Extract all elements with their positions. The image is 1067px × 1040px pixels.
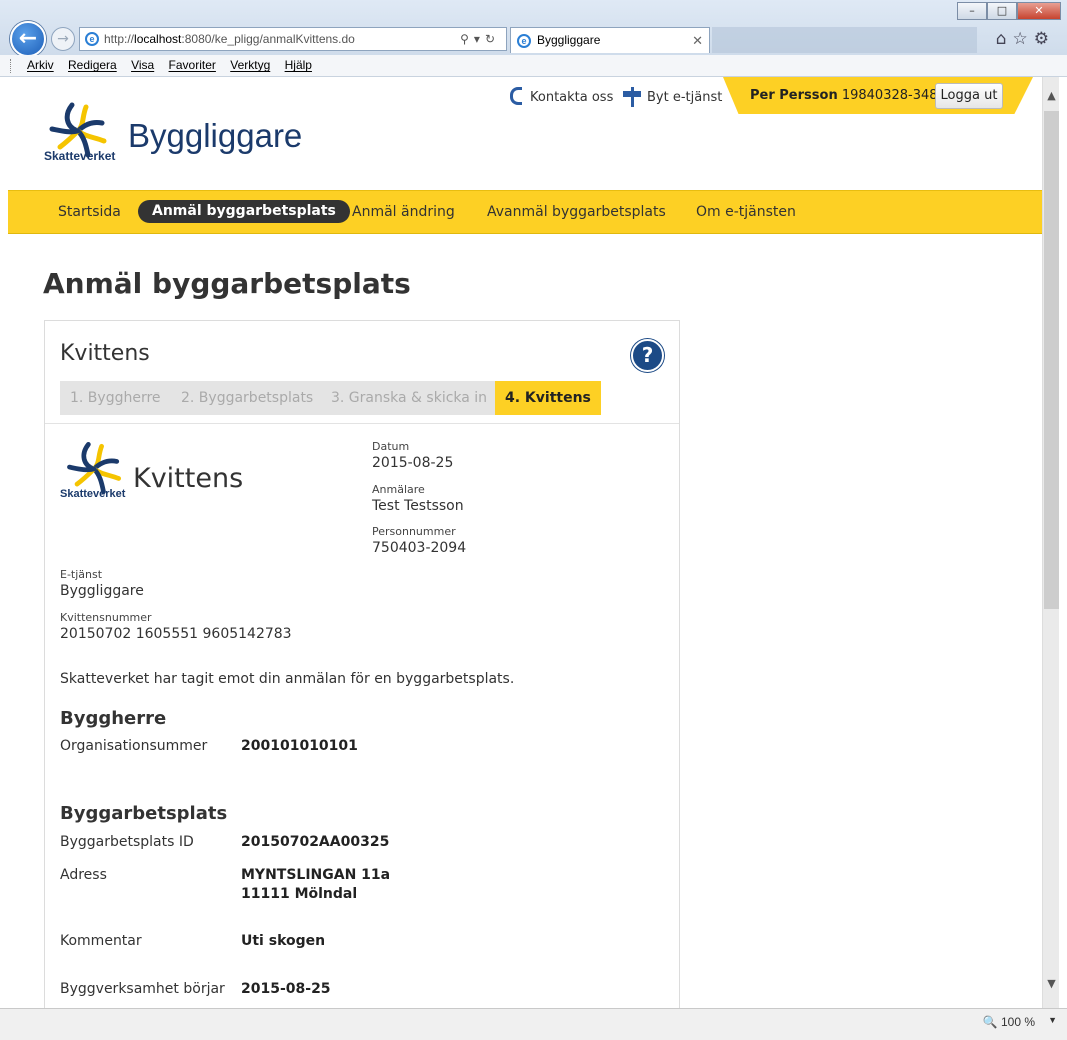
scroll-down-icon[interactable]: ▼ — [1043, 977, 1060, 994]
url-host: localhost — [134, 32, 182, 46]
menu-grip — [10, 59, 13, 73]
phone-icon — [510, 87, 522, 105]
switch-service-link[interactable]: Byt e-tjänst — [623, 87, 722, 107]
kvittensnummer-label: Kvittensnummer — [60, 611, 152, 624]
minimize-button[interactable]: – — [957, 2, 987, 20]
address-bar[interactable]: e http://localhost:8080/ke_pligg/anmalKv… — [79, 27, 507, 51]
byggherre-heading: Byggherre — [60, 708, 167, 729]
scroll-up-icon[interactable]: ▲ — [1043, 89, 1060, 106]
nav-startsida[interactable]: Startsida — [58, 204, 121, 220]
menu-visa[interactable]: Visa — [131, 58, 154, 72]
back-button[interactable]: ← — [10, 21, 46, 57]
menu-redigera[interactable]: Redigera — [68, 58, 117, 72]
logout-button[interactable]: Logga ut — [935, 83, 1003, 109]
etjanst-label: E-tjänst — [60, 568, 103, 581]
datum-value: 2015-08-25 — [372, 455, 454, 471]
zoom-dropdown-icon[interactable]: ▼ — [1048, 1015, 1057, 1025]
scroll-thumb[interactable] — [1044, 111, 1059, 609]
menu-hjalp[interactable]: Hjälp — [285, 58, 312, 72]
page-title: Anmäl byggarbetsplats — [43, 267, 411, 300]
zoom-value: 100 % — [1000, 1015, 1035, 1029]
kommentar-label: Kommentar — [60, 933, 142, 949]
pnr-label: Personnummer — [372, 525, 456, 538]
anmalare-value: Test Testsson — [372, 498, 464, 514]
nav-avanmal-byggarbetsplats[interactable]: Avanmäl byggarbetsplats — [487, 204, 666, 220]
adress-line1: MYNTSLINGAN 11a — [241, 867, 391, 883]
background-tabs — [712, 27, 977, 53]
anmalare-label: Anmälare — [372, 483, 425, 496]
step-byggherre: 1. Byggherre — [60, 381, 171, 415]
browser-chrome: – □ ✕ ← → e http://localhost:8080/ke_pli… — [0, 0, 1067, 57]
nav-anmal-andring[interactable]: Anmäl ändring — [352, 204, 455, 220]
contact-link[interactable]: Kontakta oss — [510, 87, 613, 105]
adress-line2: 11111 Mölndal — [241, 886, 358, 902]
signpost-icon — [623, 87, 641, 107]
browser-tools-icons[interactable]: ⌂☆⚙ — [996, 29, 1055, 49]
logo-text: Skatteverket — [44, 149, 116, 163]
ie-icon: e — [85, 32, 99, 46]
datum-label: Datum — [372, 440, 410, 453]
zoom-level[interactable]: 🔍 100 % — [983, 1015, 1035, 1029]
byggarbetsplats-heading: Byggarbetsplats — [60, 803, 228, 824]
status-bar: 🔍 100 % ▼ — [0, 1008, 1067, 1040]
receipt-card: Kvittens ? 1. Byggherre 2. Byggarbetspla… — [44, 320, 680, 1008]
main-nav-bar: Startsida Anmäl byggarbetsplats Anmäl än… — [8, 190, 1042, 234]
search-refresh-icons[interactable]: ⚲▾↻ — [460, 28, 500, 50]
user-pnr: 19840328-3481 — [841, 88, 946, 103]
pnr-value: 750403-2094 — [372, 540, 467, 556]
kvittensnummer-value: 20150702 1605551 9605142783 — [60, 626, 292, 642]
tab-title: Byggliggare — [537, 33, 601, 47]
user-name: Per Persson — [750, 88, 838, 103]
maximize-button[interactable]: □ — [987, 2, 1017, 20]
menu-verktyg[interactable]: Verktyg — [230, 58, 270, 72]
user-info: Per Persson 19840328-3481 — [750, 88, 946, 103]
step-granska: 3. Granska & skicka in — [321, 381, 498, 415]
start-value: 2015-08-25 — [241, 981, 331, 997]
url-prefix: http:// — [104, 32, 135, 46]
bp-id-label: Byggarbetsplats ID — [60, 834, 194, 850]
forward-button[interactable]: → — [51, 27, 75, 51]
vertical-scrollbar[interactable]: ▲ ▼ — [1042, 77, 1059, 1008]
nav-anmal-byggarbetsplats[interactable]: Anmäl byggarbetsplats — [138, 200, 350, 223]
adress-label: Adress — [60, 867, 107, 883]
browser-tab[interactable]: e Byggliggare ✕ — [510, 27, 710, 53]
close-window-button[interactable]: ✕ — [1017, 2, 1061, 20]
card-title: Kvittens — [60, 341, 150, 366]
switch-service-label: Byt e-tjänst — [647, 90, 723, 105]
site-title[interactable]: Byggliggare — [128, 117, 302, 155]
nav-om-e-tjansten[interactable]: Om e-tjänsten — [696, 204, 796, 220]
confirmation-message: Skatteverket har tagit emot din anmälan … — [60, 671, 515, 687]
help-icon[interactable]: ? — [631, 339, 664, 372]
url-rest: :8080/ke_pligg/anmalKvittens.do — [181, 32, 355, 46]
tab-ie-icon: e — [517, 34, 531, 48]
receipt-title: Kvittens — [133, 463, 244, 494]
menu-arkiv[interactable]: Arkiv — [27, 58, 54, 72]
org-value: 200101010101 — [241, 738, 358, 754]
kommentar-value: Uti skogen — [241, 933, 326, 949]
receipt-logo-text: Skatteverket — [60, 488, 126, 500]
tab-close-icon[interactable]: ✕ — [692, 28, 703, 53]
start-label: Byggverksamhet börjar — [60, 981, 225, 997]
menu-favoriter[interactable]: Favoriter — [169, 58, 216, 72]
org-label: Organisationsummer — [60, 738, 208, 754]
bp-id-value: 20150702AA00325 — [241, 834, 390, 850]
contact-label: Kontakta oss — [530, 90, 614, 105]
etjanst-value: Byggliggare — [60, 583, 144, 599]
user-box: Per Persson 19840328-3481 Logga ut — [723, 77, 1033, 114]
menu-bar: Arkiv Redigera Visa Favoriter Verktyg Hj… — [0, 55, 1067, 77]
card-divider — [45, 423, 679, 424]
step-byggarbetsplats: 2. Byggarbetsplats — [171, 381, 324, 415]
window-controls: – □ ✕ — [957, 2, 1061, 20]
step-kvittens: 4. Kvittens — [495, 381, 601, 415]
page-viewport: Skatteverket Byggliggare Kontakta oss By… — [8, 77, 1042, 1008]
